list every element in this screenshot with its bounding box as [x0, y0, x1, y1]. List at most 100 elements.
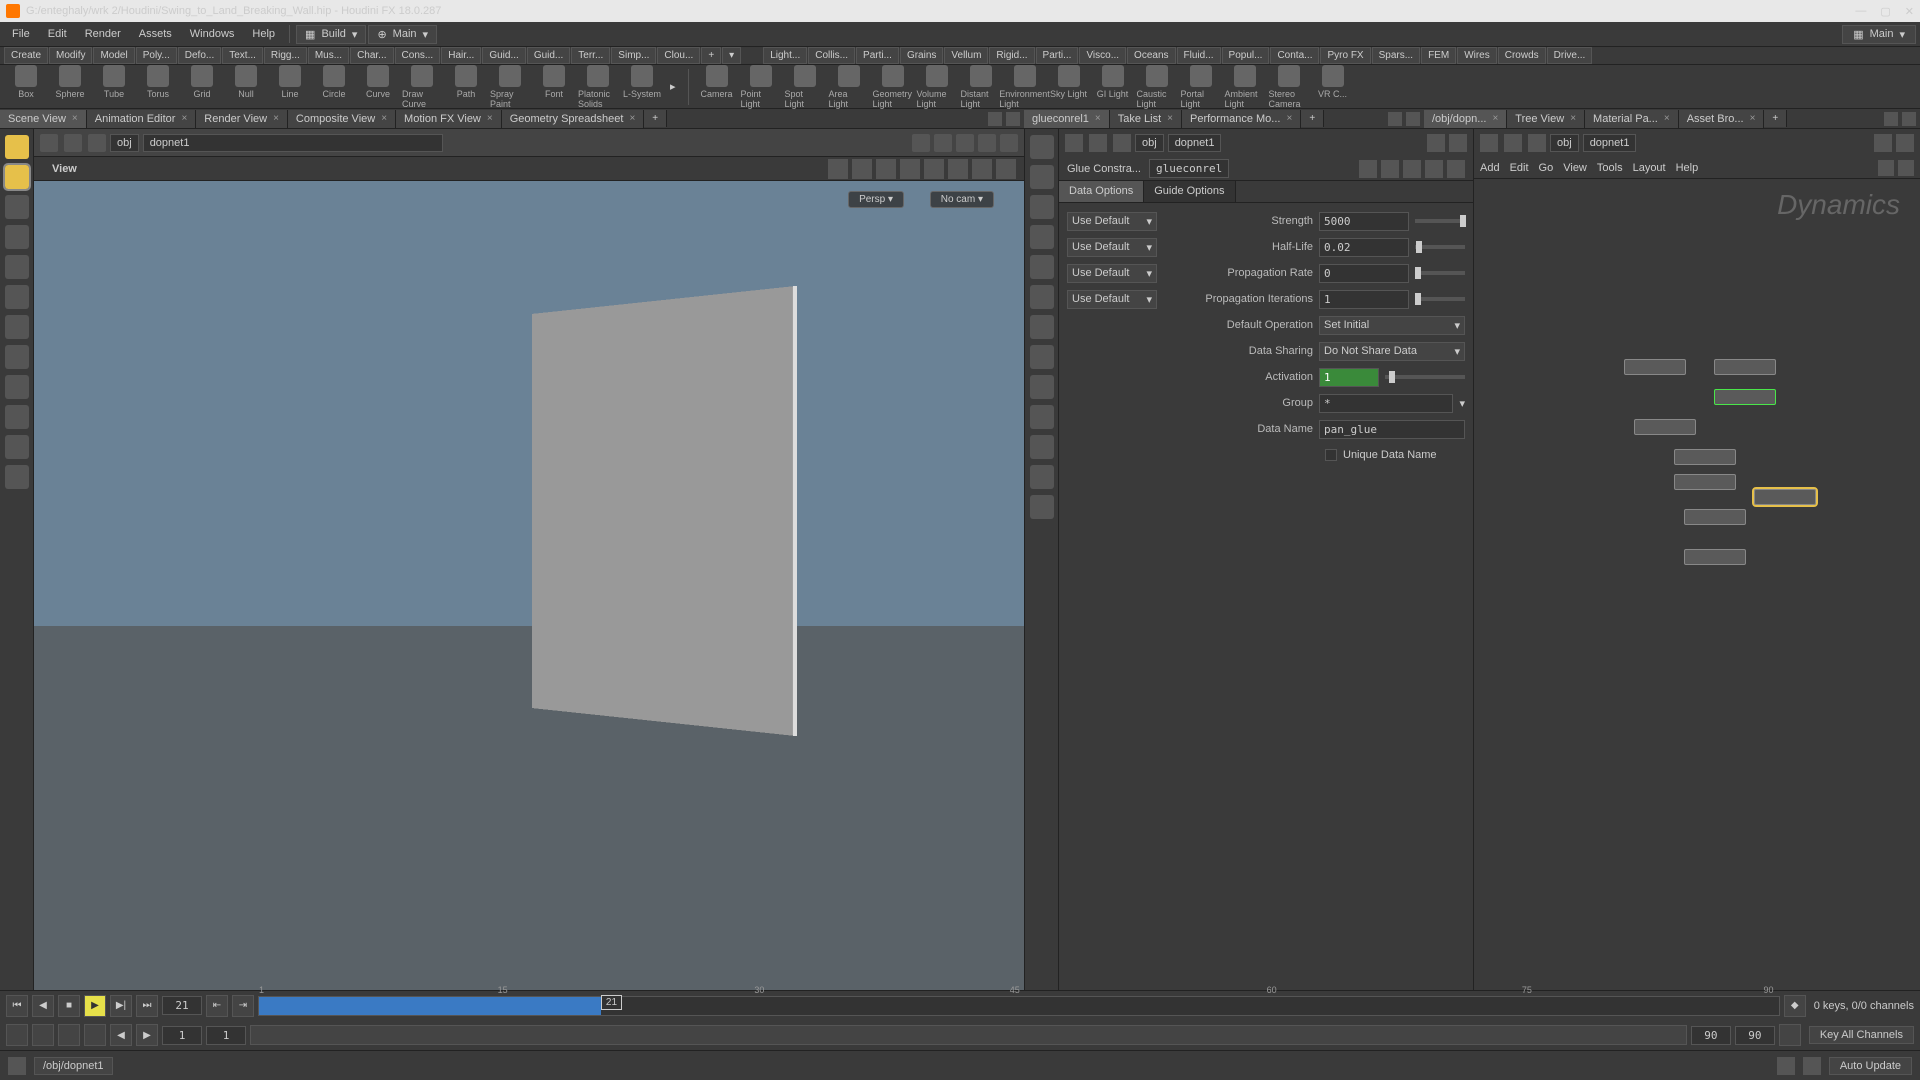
shelf-tab[interactable]: Mus... [308, 47, 349, 64]
display-icon[interactable] [1030, 315, 1054, 339]
close-tab-icon[interactable]: × [273, 113, 279, 124]
network-node[interactable] [1684, 549, 1746, 565]
shelf-tool-spray-paint[interactable]: Spray Paint [490, 65, 530, 109]
play-end-field[interactable]: 90 [1691, 1026, 1731, 1045]
pane-opt-icon[interactable] [988, 112, 1002, 126]
close-tab-icon[interactable]: × [72, 113, 78, 124]
tool-icon[interactable] [924, 159, 944, 179]
close-tab-icon[interactable]: × [381, 113, 387, 124]
menu-windows[interactable]: Windows [182, 25, 243, 43]
update-mode-dropdown[interactable]: Auto Update [1829, 1057, 1912, 1075]
home-icon[interactable] [1113, 134, 1131, 152]
propiter-field[interactable]: 1 [1319, 290, 1409, 309]
shelf-tool-grid[interactable]: Grid [182, 65, 222, 109]
display-icon[interactable] [1030, 225, 1054, 249]
display-icon[interactable] [1030, 375, 1054, 399]
pane-tab[interactable]: Asset Bro...× [1679, 110, 1765, 128]
network-canvas[interactable]: Dynamics [1474, 179, 1920, 990]
pane-tab[interactable]: Take List× [1110, 110, 1182, 128]
shelf-tab[interactable]: Parti... [1036, 47, 1079, 64]
select-icon[interactable] [852, 159, 872, 179]
prev-key-button[interactable]: ⇤ [206, 995, 228, 1017]
refresh-icon[interactable] [1803, 1057, 1821, 1075]
pane-opt-icon[interactable] [1406, 112, 1420, 126]
shelf-tab[interactable]: Oceans [1127, 47, 1175, 64]
gear-icon[interactable] [1359, 160, 1377, 178]
pin-icon[interactable] [1874, 134, 1892, 152]
add-tab-icon[interactable]: + [1764, 110, 1787, 127]
shelf-tool-line[interactable]: Line [270, 65, 310, 109]
display-icon[interactable] [1030, 255, 1054, 279]
snap-icon[interactable] [5, 435, 29, 459]
network-node[interactable] [1674, 474, 1736, 490]
cook-icon[interactable] [1777, 1057, 1795, 1075]
range-track[interactable] [250, 1025, 1687, 1045]
last-frame-button[interactable]: ⏭ [136, 995, 158, 1017]
network-node[interactable] [1624, 359, 1686, 375]
link-icon[interactable] [934, 134, 952, 152]
halflife-field[interactable]: 0.02 [1319, 238, 1409, 257]
stop-button[interactable]: ■ [58, 995, 80, 1017]
back-icon[interactable] [1065, 134, 1083, 152]
next-key-button[interactable]: ⇥ [232, 995, 254, 1017]
net-menu-layout[interactable]: Layout [1633, 162, 1666, 174]
shelf-tab[interactable]: Rigg... [264, 47, 307, 64]
shelf-tool-camera[interactable]: Camera [697, 65, 737, 109]
shelf-tool-platonic-solids[interactable]: Platonic Solids [578, 65, 618, 109]
shelf-add-icon[interactable]: + [701, 47, 721, 64]
network-node[interactable] [1674, 449, 1736, 465]
shelf-tool-stereo-camera[interactable]: Stereo Camera [1269, 65, 1309, 109]
path-context[interactable]: obj [110, 134, 139, 152]
close-tab-icon[interactable]: × [1750, 113, 1756, 124]
link-icon[interactable] [1896, 134, 1914, 152]
dataname-field[interactable]: pan_glue [1319, 420, 1465, 439]
use-default-toggle[interactable]: Use Default▾ [1067, 238, 1157, 257]
shelf-tool-environment-light[interactable]: Environment Light [1005, 65, 1045, 109]
close-tab-icon[interactable]: × [1167, 113, 1173, 124]
tool-icon[interactable] [876, 159, 896, 179]
close-tab-icon[interactable]: × [181, 113, 187, 124]
close-tab-icon[interactable]: × [487, 113, 493, 124]
view-icon[interactable] [978, 134, 996, 152]
shelf-tool-path[interactable]: Path [446, 65, 486, 109]
link-icon[interactable] [1449, 134, 1467, 152]
proprate-slider[interactable] [1415, 271, 1465, 275]
shelf-tab[interactable]: Char... [350, 47, 393, 64]
shelf-tool-null[interactable]: Null [226, 65, 266, 109]
shelf-tab[interactable]: Defo... [178, 47, 221, 64]
display-icon[interactable] [1030, 405, 1054, 429]
help-icon[interactable] [996, 159, 1016, 179]
key-all-dropdown[interactable]: Key All Channels [1809, 1026, 1914, 1044]
next-range-button[interactable]: ▶ [136, 1024, 158, 1046]
shelf-tab[interactable]: Spars... [1372, 47, 1420, 64]
shelf-tab[interactable]: Cons... [395, 47, 441, 64]
default-operation-dropdown[interactable]: Set Initial▾ [1319, 316, 1465, 335]
menu-file[interactable]: File [4, 25, 38, 43]
shelf-tab[interactable]: Conta... [1270, 47, 1319, 64]
pane-tab[interactable]: Composite View× [288, 110, 396, 128]
pane-tab[interactable]: /obj/dopn...× [1424, 110, 1507, 128]
camera-none-badge[interactable]: No cam ▾ [930, 191, 994, 208]
pane-tab[interactable]: Performance Mo...× [1182, 110, 1301, 128]
play-start-field[interactable]: 1 [206, 1026, 246, 1045]
shelf-tool-caustic-light[interactable]: Caustic Light [1137, 65, 1177, 109]
shelf-tool-curve[interactable]: Curve [358, 65, 398, 109]
shelf-tab[interactable]: Popul... [1222, 47, 1270, 64]
desktop-label-main[interactable]: ▦Main▾ [1842, 25, 1916, 44]
shelf-tab[interactable]: Crowds [1498, 47, 1546, 64]
search-icon[interactable] [1403, 160, 1421, 178]
step-fwd-button[interactable]: ▶| [110, 995, 132, 1017]
pane-tab[interactable]: Motion FX View× [396, 110, 502, 128]
net-menu-view[interactable]: View [1563, 162, 1587, 174]
proprate-field[interactable]: 0 [1319, 264, 1409, 283]
path-node[interactable]: dopnet1 [143, 134, 443, 152]
menu-edit[interactable]: Edit [40, 25, 75, 43]
network-node[interactable] [1634, 419, 1696, 435]
shelf-tab[interactable]: FEM [1421, 47, 1456, 64]
tool-icon[interactable] [5, 255, 29, 279]
halflife-slider[interactable] [1415, 245, 1465, 249]
display-icon[interactable] [1030, 465, 1054, 489]
shelf-tab[interactable]: Create [4, 47, 48, 64]
shelf-tab[interactable]: Fluid... [1177, 47, 1221, 64]
shelf-tool-torus[interactable]: Torus [138, 65, 178, 109]
